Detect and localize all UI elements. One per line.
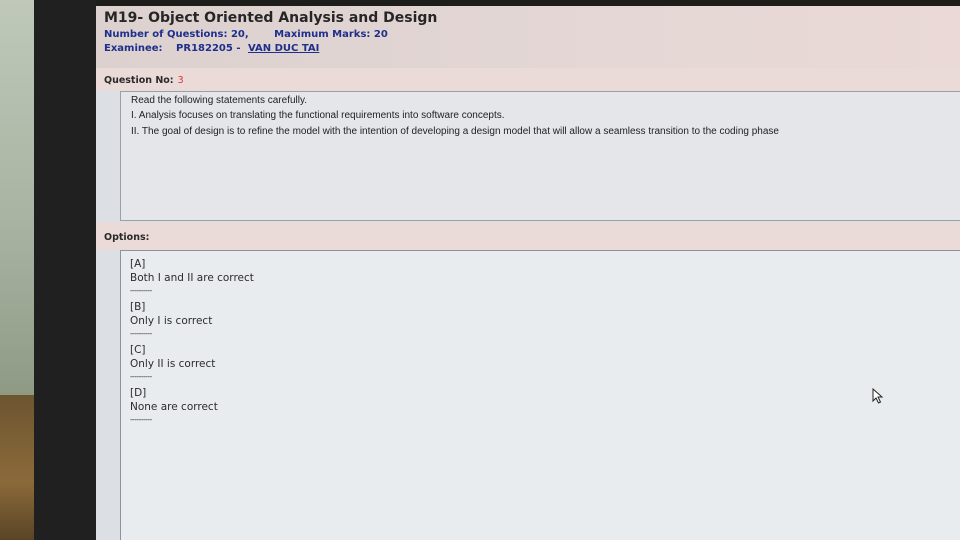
option-separator: ---------- xyxy=(130,329,152,338)
question-label-text: Question No: xyxy=(104,75,174,86)
options-box: [A] Both I and II are correct ----------… xyxy=(120,250,960,540)
option-text: Only II is correct xyxy=(130,358,216,370)
question-line: I. Analysis focuses on translating the f… xyxy=(131,110,505,121)
number-of-questions: Number of Questions: 20, xyxy=(104,29,249,40)
options-label: Options: xyxy=(104,232,150,243)
options-bar: Options: xyxy=(96,222,960,250)
option-text: Both I and II are correct xyxy=(130,272,254,284)
background-desk xyxy=(0,395,34,540)
option-key: [D] xyxy=(130,387,147,399)
option-a[interactable]: [A] Both I and II are correct ---------- xyxy=(130,257,254,296)
mouse-pointer-icon xyxy=(872,388,884,404)
option-text: Only I is correct xyxy=(130,315,213,327)
option-separator: ---------- xyxy=(130,372,152,381)
question-text-box: Read the following statements carefully.… xyxy=(120,91,960,221)
examinee-line: Examinee: PR182205 - VAN DUC TAI xyxy=(104,43,319,54)
option-separator: ---------- xyxy=(130,286,152,295)
option-text: None are correct xyxy=(130,401,218,413)
background-wall xyxy=(0,0,34,395)
question-line: II. The goal of design is to refine the … xyxy=(131,126,779,137)
option-c[interactable]: [C] Only II is correct ---------- xyxy=(130,343,215,382)
question-number: 3 xyxy=(177,75,184,86)
exam-header: M19- Object Oriented Analysis and Design… xyxy=(96,6,960,69)
option-b[interactable]: [B] Only I is correct ---------- xyxy=(130,300,212,339)
option-separator: ---------- xyxy=(130,415,152,424)
question-number-bar: Question No: 3 xyxy=(96,68,960,91)
examinee-id: PR182205 xyxy=(176,43,233,54)
examinee-separator: - xyxy=(236,43,241,54)
maximum-marks: Maximum Marks: 20 xyxy=(274,29,388,40)
examinee-label: Examinee: xyxy=(104,43,163,54)
option-key: [A] xyxy=(130,258,146,270)
option-d[interactable]: [D] None are correct ---------- xyxy=(130,386,218,425)
question-label: Question No: 3 xyxy=(104,75,184,86)
course-title: M19- Object Oriented Analysis and Design xyxy=(104,10,438,26)
option-key: [C] xyxy=(130,344,146,356)
monitor-bezel-left xyxy=(34,0,96,540)
option-key: [B] xyxy=(130,301,146,313)
exam-info-line: Number of Questions: 20, Maximum Marks: … xyxy=(104,29,388,40)
examinee-name: VAN DUC TAI xyxy=(247,43,320,54)
exam-screen: M19- Object Oriented Analysis and Design… xyxy=(96,6,960,540)
question-line: Read the following statements carefully. xyxy=(131,95,308,106)
